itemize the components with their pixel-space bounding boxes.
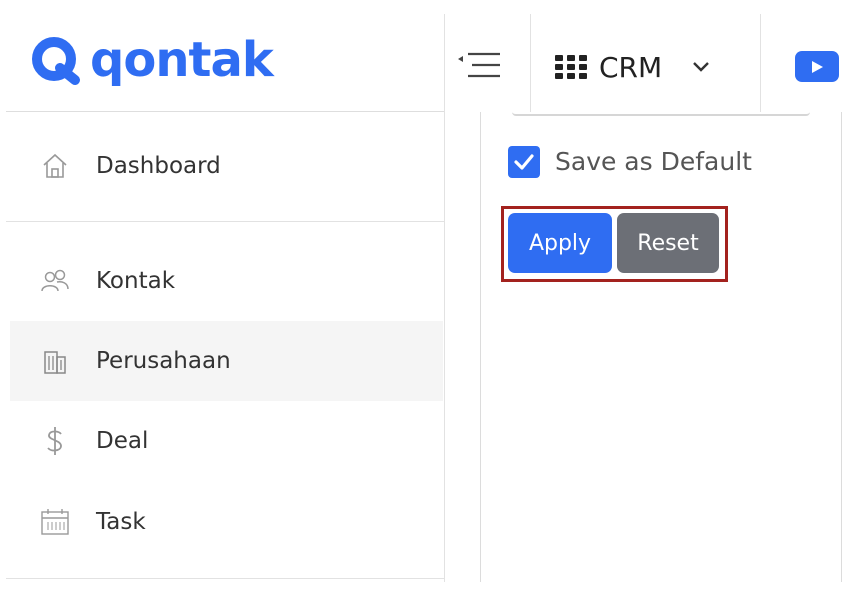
sidebar-top-border — [6, 111, 444, 112]
sidebar-item-label: Task — [96, 509, 146, 535]
header-divider — [530, 14, 531, 112]
youtube-play-icon — [812, 60, 823, 73]
sidebar-right-border — [444, 112, 445, 582]
contacts-icon — [40, 266, 70, 296]
reset-button[interactable]: Reset — [617, 213, 719, 273]
sidebar-item-dashboard[interactable]: Dashboard — [10, 126, 443, 206]
building-icon — [40, 346, 70, 376]
sidebar-item-perusahaan[interactable]: Perusahaan — [10, 321, 443, 401]
header-divider — [760, 14, 761, 112]
dollar-icon — [40, 426, 70, 456]
qontak-logo-icon — [30, 34, 82, 86]
sidebar-item-task[interactable]: Task — [10, 482, 443, 562]
header-divider — [444, 14, 445, 112]
calendar-icon — [40, 507, 70, 537]
home-icon — [40, 151, 70, 181]
sidebar-item-label: Deal — [96, 428, 149, 454]
apply-button[interactable]: Apply — [508, 213, 612, 273]
save-default-checkbox[interactable] — [508, 146, 540, 178]
sidebar-bottom-border — [6, 578, 444, 579]
chevron-down-icon — [693, 62, 710, 72]
app-switcher[interactable]: CRM — [555, 40, 745, 94]
sidebar-item-label: Kontak — [96, 268, 176, 294]
app-switcher-label: CRM — [599, 50, 663, 84]
sidebar-item-deal[interactable]: Deal — [10, 401, 443, 481]
sidebar-divider — [6, 221, 444, 222]
collapse-menu-icon — [458, 52, 500, 78]
checkmark-icon — [514, 154, 534, 170]
sidebar-item-kontak[interactable]: Kontak — [10, 241, 443, 321]
menu-toggle-button[interactable] — [452, 40, 508, 90]
sidebar-item-label: Dashboard — [96, 153, 221, 179]
sidebar-item-label: Perusahaan — [96, 348, 231, 374]
panel-scroll-edge — [512, 112, 810, 116]
brand-logo[interactable]: qontak — [30, 30, 274, 90]
grid-icon — [555, 55, 587, 79]
save-default-label[interactable]: Save as Default — [555, 146, 752, 178]
video-tutorial-button[interactable] — [795, 51, 839, 82]
brand-name: qontak — [90, 32, 274, 88]
filter-panel — [480, 112, 842, 582]
